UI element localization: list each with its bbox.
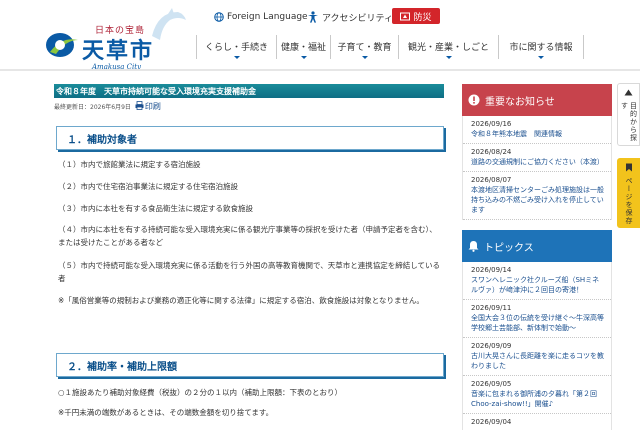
gnav-item-kenko[interactable]: 健康・福祉: [276, 35, 330, 59]
item-date: 2026/09/04: [471, 418, 512, 426]
item-link[interactable]: 令和８年熊本地震 関連情報: [471, 129, 605, 139]
item-date: 2026/08/07: [471, 176, 512, 184]
topics-title: トピックス: [484, 242, 534, 254]
alert-icon: [468, 94, 480, 106]
bousai-button[interactable]: 防災: [392, 8, 440, 24]
subsidy-rate-note: ※千円未満の端数があるときは、その端数金額を切り捨てます。: [58, 408, 274, 417]
list-item[interactable]: 2026/09/16 令和８年熊本地震 関連情報: [463, 116, 611, 144]
important-notice-header: 重要なお知らせ: [462, 84, 612, 116]
bousai-label: 防災: [413, 12, 432, 23]
item-date: 2026/09/16: [471, 120, 512, 128]
bell-icon: [468, 240, 479, 252]
gnav-label: 市に関する情報: [509, 42, 573, 53]
accessibility-label: アクセシビリティ: [322, 13, 394, 24]
logo-mark-icon: [46, 33, 78, 57]
item-link[interactable]: 全国大会３位の伝統を受け継ぐ～牛深高等学校郷土芸能部、新体制で始動～: [471, 313, 605, 333]
item-date: 2026/09/14: [471, 266, 512, 274]
important-notice-title: 重要なお知らせ: [485, 96, 555, 108]
purpose-search-label: 目的から探す: [620, 102, 638, 142]
print-button[interactable]: 印刷: [135, 101, 161, 112]
eligible-item: （２）市内で住宅宿泊事業法に規定する住宅宿泊施設: [58, 182, 238, 191]
main-content: 令和８年度 天草市持続可能な受入環境充実支援補助金 最終更新日：2026年6月9…: [54, 84, 444, 417]
arrow-up-icon: [624, 89, 633, 99]
accessibility-icon: [307, 11, 319, 23]
gnav-item-kosodate[interactable]: 子育て・教育: [330, 35, 398, 59]
item-date: 2026/09/11: [471, 304, 512, 312]
item-link[interactable]: 道路の交通規制にご協力ください（本渡）: [471, 157, 605, 167]
item-link[interactable]: 本渡地区清掃センターごみ処理施設は一般持ち込みの不燃ごみ受け入れを停止しています: [471, 185, 605, 215]
globe-icon: [214, 12, 224, 22]
gnav-label: 健康・福祉: [280, 42, 326, 53]
print-label: 印刷: [144, 102, 161, 111]
save-page-tab[interactable]: ページを保存: [617, 158, 640, 228]
logo-title: 天草市: [82, 38, 155, 64]
chevron-down-icon: [538, 56, 544, 59]
topics-header: トピックス: [462, 230, 612, 262]
sidebar: 重要なお知らせ 2026/09/16 令和８年熊本地震 関連情報 2026/08…: [462, 84, 612, 430]
gnav-item-shi[interactable]: 市に関する情報: [498, 35, 584, 59]
list-item[interactable]: 2026/09/11 全国大会３位の伝統を受け継ぐ～牛深高等学校郷土芸能部、新体…: [463, 300, 611, 338]
save-page-label: ページを保存: [625, 177, 633, 225]
header-divider: [0, 69, 640, 71]
list-item[interactable]: 2026/09/05 音楽に包まれる御所浦の夕暮れ「第２回 Choo-zai-s…: [463, 376, 611, 414]
page: 日本の宝島 天草市 Amakusa City Foreign Language …: [0, 0, 640, 430]
chevron-down-icon: [445, 56, 452, 59]
item-link[interactable]: 音楽に包まれる御所浦の夕暮れ「第２回 Choo-zai-show!!」開催♪: [471, 389, 605, 409]
list-item[interactable]: 2026/09/09 古川大晃さんに長距離を楽に走るコツを教わりました: [463, 338, 611, 376]
list-item[interactable]: 2026/08/07 本渡地区清掃センターごみ処理施設は一般持ち込みの不燃ごみ受…: [463, 172, 611, 220]
global-nav: くらし・手続き 健康・福祉 子育て・教育 観光・産業・しごと 市に関する情報: [196, 35, 620, 59]
gnav-label: くらし・手続き: [204, 42, 268, 53]
list-item[interactable]: 2026/09/04: [463, 414, 611, 430]
gnav-item-kurashi[interactable]: くらし・手続き: [196, 35, 276, 59]
eligible-item: （１）市内で旅館業法に規定する宿泊施設: [58, 160, 201, 169]
section-heading: ２．補助率・補助上限額: [56, 353, 444, 377]
eligible-item: （３）市内に本社を有する食品衛生法に規定する飲食施設: [58, 204, 253, 213]
item-date: 2026/09/09: [471, 342, 512, 350]
item-date: 2026/08/24: [471, 148, 512, 156]
eligible-item: （４）市内に本社を有する持続可能な受入環境充実に係る観光庁事業等の採択を受けた者…: [58, 225, 437, 247]
item-link[interactable]: スワンヘレニック社クルーズ船（SHミネルヴァ）が﨑津沖に２回目の寄港！: [471, 275, 605, 295]
gnav-label: 子育て・教育: [337, 42, 392, 53]
important-list: 2026/09/16 令和８年熊本地震 関連情報 2026/08/24 道路の交…: [462, 116, 612, 220]
disaster-icon: [400, 12, 411, 21]
subsidy-rate: ○１施設あたり補助対象経費（税抜）の２分の１以内（補助上限額：下表のとおり）: [58, 388, 343, 397]
accessibility-link[interactable]: アクセシビリティ: [307, 9, 393, 25]
gnav-label: 観光・産業・しごと: [407, 42, 489, 53]
gnav-item-kanko[interactable]: 観光・産業・しごと: [398, 35, 498, 59]
print-icon: [135, 101, 144, 112]
dolphin-icon: [152, 8, 186, 40]
bookmark-icon: [625, 163, 633, 174]
eligible-item: （５）市内で持続可能な受入環境充実に係る活動を行う外国の高等教育機関で、天草市と…: [58, 261, 440, 283]
chevron-down-icon: [233, 56, 240, 59]
section-heading: １．補助対象者: [56, 126, 444, 150]
chevron-down-icon: [300, 56, 307, 59]
list-item[interactable]: 2026/08/24 道路の交通規制にご協力ください（本渡）: [463, 144, 611, 172]
foreign-language-link[interactable]: Foreign Language: [214, 9, 308, 25]
item-link[interactable]: 古川大晃さんに長距離を楽に走るコツを教わりました: [471, 351, 605, 371]
page-title: 令和８年度 天草市持続可能な受入環境充実支援補助金: [54, 84, 444, 98]
item-date: 2026/09/05: [471, 380, 512, 388]
eligible-note: ※「風俗営業等の規制および業務の適正化等に関する法律」に規定する宿泊、飲食施設は…: [58, 296, 424, 305]
purpose-search-tab[interactable]: 目的から探す: [617, 83, 640, 146]
last-updated: 最終更新日：2026年6月9日: [54, 104, 131, 111]
chevron-down-icon: [361, 56, 368, 59]
topics-list: 2026/09/14 スワンヘレニック社クルーズ船（SHミネルヴァ）が﨑津沖に２…: [462, 262, 612, 430]
list-item[interactable]: 2026/09/14 スワンヘレニック社クルーズ船（SHミネルヴァ）が﨑津沖に２…: [463, 262, 611, 300]
foreign-language-label: Foreign Language: [227, 12, 308, 22]
page-meta: 最終更新日：2026年6月9日 印刷: [54, 101, 161, 112]
